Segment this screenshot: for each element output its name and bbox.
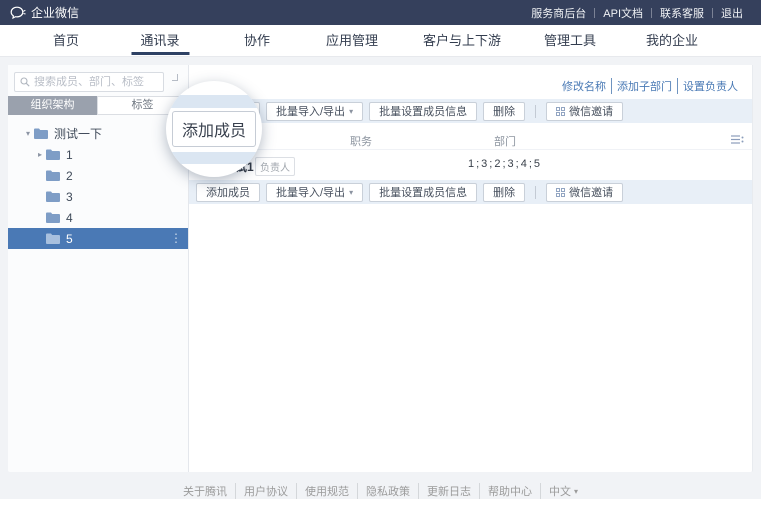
chevron-down-icon: ▾ (349, 188, 353, 197)
tree-item-2[interactable]: 2 (8, 165, 188, 186)
tab-home[interactable]: 首页 (53, 25, 79, 57)
batch-import-export-button[interactable]: 批量导入/导出 ▾ (266, 183, 363, 202)
member-departments: 1;3;2;3;4;5 (445, 158, 565, 170)
folder-icon (46, 191, 60, 202)
tree-item-label: 4 (66, 211, 73, 225)
chevron-down-icon: ▾ (574, 487, 578, 496)
search-collapse-icon[interactable] (172, 74, 178, 81)
folder-icon (46, 212, 60, 223)
tab-admin-tools[interactable]: 管理工具 (544, 25, 596, 57)
button-label: 批量导入/导出 (276, 184, 345, 200)
folder-icon (46, 149, 60, 160)
wechat-invite-button[interactable]: 微信邀请 (546, 102, 623, 121)
folder-icon (46, 233, 60, 244)
link-contact-support[interactable]: 联系客服 (652, 5, 712, 21)
action-add-sub-department[interactable]: 添加子部门 (611, 78, 677, 94)
link-api-docs[interactable]: API文档 (595, 5, 651, 21)
app-window: 企业微信 服务商后台 API文档 联系客服 退出 首页 通讯录 协作 应用管理 … (0, 0, 761, 506)
button-label: 批量设置成员信息 (379, 184, 467, 200)
button-label: 批量导入/导出 (276, 103, 345, 119)
member-toolbar: 添加成员 批量导入/导出 ▾ 批量设置成员信息 删除 (189, 99, 752, 123)
qr-grid-icon (556, 107, 565, 116)
footer-link-user-agreement[interactable]: 用户协议 (235, 483, 296, 499)
more-actions-icon[interactable]: ⋮ (170, 231, 182, 245)
tab-customers-upstream-downstream[interactable]: 客户与上下游 (423, 25, 501, 57)
tab-collaboration[interactable]: 协作 (244, 25, 270, 57)
tree-item-5[interactable]: 5 ⋮ (8, 228, 188, 249)
tree-item-label: 1 (66, 148, 73, 162)
chevron-right-icon[interactable]: ▸ (34, 150, 46, 159)
footer-link-about-tencent[interactable]: 关于腾讯 (175, 483, 235, 499)
tree-item-3[interactable]: 3 (8, 186, 188, 207)
language-label: 中文 (549, 483, 571, 499)
tree-item-4[interactable]: 4 (8, 207, 188, 228)
folder-icon (34, 128, 48, 139)
button-label: 批量设置成员信息 (379, 103, 467, 119)
tree-item-label: 2 (66, 169, 73, 183)
search-box[interactable] (14, 72, 164, 92)
tree-item-root[interactable]: ▾ 测试一下 (8, 123, 188, 144)
batch-set-member-info-button[interactable]: 批量设置成员信息 (369, 183, 477, 202)
action-rename[interactable]: 修改名称 (557, 78, 611, 94)
batch-import-export-button[interactable]: 批量导入/导出 ▾ (266, 102, 363, 121)
footer-link-usage-rules[interactable]: 使用规范 (296, 483, 357, 499)
button-label: 删除 (493, 103, 515, 119)
topbar-links: 服务商后台 API文档 联系客服 退出 (523, 5, 751, 21)
tab-app-management[interactable]: 应用管理 (326, 25, 378, 57)
logo-text: 企业微信 (31, 4, 79, 21)
link-logout[interactable]: 退出 (713, 5, 751, 21)
footer-link-changelog[interactable]: 更新日志 (418, 483, 479, 499)
add-member-button[interactable]: 添加成员 (196, 183, 260, 202)
search-input[interactable] (34, 76, 158, 88)
member-table-header: 职务 部门 (189, 130, 752, 150)
wechat-invite-button[interactable]: 微信邀请 (546, 183, 623, 202)
column-header-position: 职务 (339, 133, 383, 149)
qr-grid-icon (556, 188, 565, 197)
link-service-provider-console[interactable]: 服务商后台 (523, 5, 594, 21)
sidebar: 组织架构 标签 ▾ 测试一下 ▸ 1 (8, 65, 189, 472)
button-label: 添加成员 (206, 184, 250, 200)
tab-my-enterprise[interactable]: 我的企业 (646, 25, 698, 57)
wechat-work-logo-icon (10, 6, 26, 20)
footer: 关于腾讯 用户协议 使用规范 隐私政策 更新日志 帮助中心 中文 ▾ (0, 472, 761, 506)
column-settings-icon[interactable] (731, 134, 744, 145)
tree-item-1[interactable]: ▸ 1 (8, 144, 188, 165)
button-label: 微信邀请 (569, 103, 613, 119)
logo: 企业微信 (10, 4, 79, 21)
footer-link-privacy-policy[interactable]: 隐私政策 (357, 483, 418, 499)
topbar: 企业微信 服务商后台 API文档 联系客服 退出 (0, 0, 761, 25)
tab-org-structure[interactable]: 组织架构 (8, 96, 97, 115)
sidebar-tabs: 组织架构 标签 (8, 96, 188, 115)
button-label: 微信邀请 (569, 184, 613, 200)
add-member-button-highlighted[interactable]: 添加成员 (172, 111, 256, 147)
tree-item-label: 3 (66, 190, 73, 204)
tutorial-spotlight: 添加成员 (166, 81, 262, 177)
footer-link-help-center[interactable]: 帮助中心 (479, 483, 540, 499)
member-toolbar: 添加成员 批量导入/导出 ▾ 批量设置成员信息 删除 (189, 180, 752, 204)
chevron-down-icon: ▾ (349, 107, 353, 116)
tab-contacts[interactable]: 通讯录 (140, 25, 179, 57)
footer-links: 关于腾讯 用户协议 使用规范 隐私政策 更新日志 帮助中心 中文 ▾ (0, 483, 761, 499)
main-nav: 首页 通讯录 协作 应用管理 客户与上下游 管理工具 我的企业 (0, 25, 761, 57)
tree-item-label: 5 (66, 232, 73, 246)
divider (535, 186, 536, 199)
tree-item-label: 测试一下 (54, 125, 102, 142)
main-panel: 修改名称 添加子部门 设置负责人 添加成员 批量导入/导出 ▾ 批量设置成员信息… (189, 65, 753, 472)
spotlight-strip (166, 95, 262, 108)
spotlight-strip (166, 152, 262, 164)
org-tree: ▾ 测试一下 ▸ 1 2 (8, 123, 188, 249)
divider (535, 105, 536, 118)
action-set-leader[interactable]: 设置负责人 (677, 78, 743, 94)
search-icon (20, 77, 30, 87)
batch-set-member-info-button[interactable]: 批量设置成员信息 (369, 102, 477, 121)
footer-language-selector[interactable]: 中文 ▾ (540, 483, 586, 499)
department-actions: 修改名称 添加子部门 设置负责人 (557, 78, 743, 94)
folder-icon (46, 170, 60, 181)
delete-button[interactable]: 删除 (483, 183, 525, 202)
chevron-down-icon[interactable]: ▾ (22, 129, 34, 138)
delete-button[interactable]: 删除 (483, 102, 525, 121)
column-header-department: 部门 (445, 133, 565, 149)
table-row[interactable]: 测试1 负责人 1;3;2;3;4;5 (189, 151, 752, 179)
button-label: 删除 (493, 184, 515, 200)
